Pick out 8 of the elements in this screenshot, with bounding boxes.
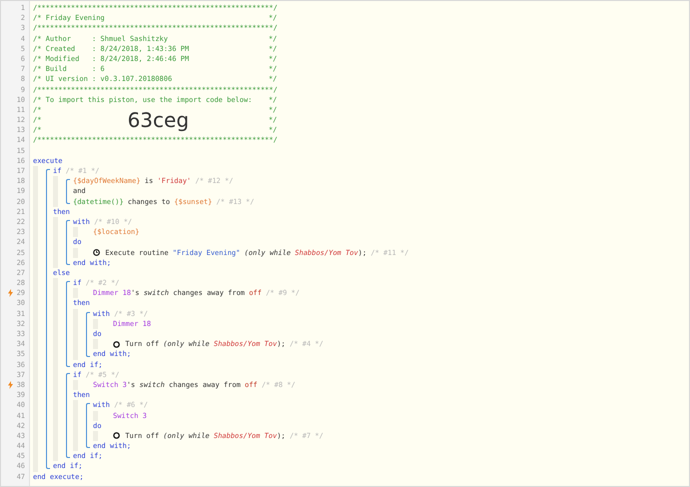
block-bracket <box>86 312 90 357</box>
clock-icon <box>93 249 100 256</box>
block-bracket <box>66 220 70 265</box>
import-code: 63ceg <box>127 109 189 132</box>
circle-icon <box>113 432 120 440</box>
block-bracket <box>66 179 70 204</box>
circle-icon <box>113 340 120 348</box>
block-bracket <box>86 403 90 448</box>
